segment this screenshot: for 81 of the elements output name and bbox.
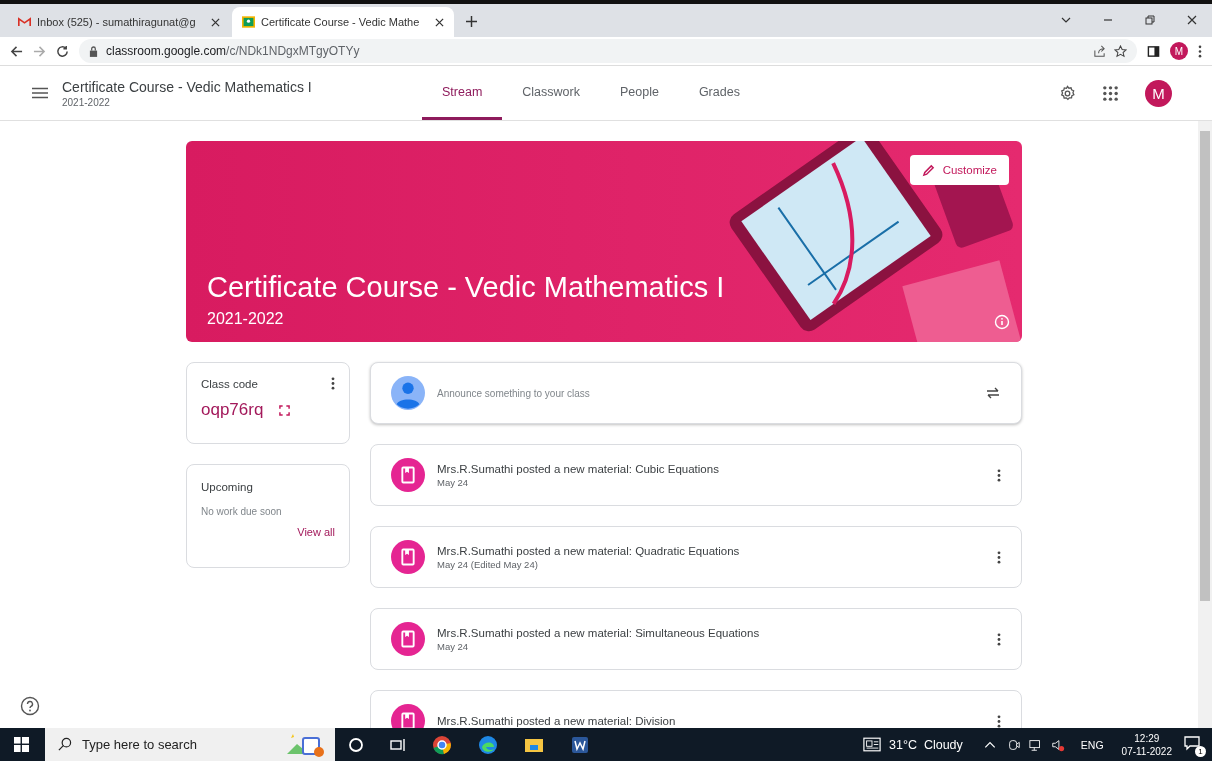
nav-tab[interactable]: People <box>599 66 679 120</box>
share-icon[interactable] <box>1093 44 1106 58</box>
repost-icon[interactable] <box>985 385 1001 401</box>
restore-icon[interactable] <box>1144 14 1156 26</box>
customize-button[interactable]: Customize <box>909 155 1009 185</box>
browser-tab[interactable]: Inbox (525) - sumathiragunat@g <box>8 7 230 37</box>
notification-button[interactable]: 1 <box>1182 732 1206 757</box>
menu-icon[interactable] <box>32 87 48 99</box>
lock-icon <box>89 45 98 57</box>
camera-icon[interactable] <box>1006 737 1021 752</box>
side-panel-icon[interactable] <box>1147 44 1160 58</box>
more-vertical-icon[interactable] <box>997 550 1001 564</box>
close-icon[interactable] <box>211 17 220 27</box>
more-vertical-icon[interactable] <box>331 377 335 390</box>
class-code: oqp76rq <box>201 400 264 420</box>
view-all-link[interactable]: View all <box>297 526 335 538</box>
help-icon[interactable] <box>20 696 40 716</box>
news-icon[interactable] <box>863 737 881 752</box>
profile-avatar[interactable]: M <box>1170 42 1188 60</box>
post-card[interactable]: Mrs.R.Sumathi posted a new material: Cubic Equations May 24 <box>370 444 1022 506</box>
reload-icon[interactable] <box>56 44 69 58</box>
windows-start-icon[interactable] <box>14 737 29 752</box>
language-indicator[interactable]: ENG <box>1080 738 1104 751</box>
banner-title: Certificate Course - Vedic Mathematics I <box>207 271 725 304</box>
post-title: Mrs.R.Sumathi posted a new material: Quadratic Equations <box>437 544 741 557</box>
notification-count: 1 <box>1195 745 1206 757</box>
material-icon <box>391 704 425 728</box>
post-card[interactable]: Mrs.R.Sumathi posted a new material: Division <box>370 690 1022 728</box>
apps-grid-icon[interactable] <box>1102 84 1119 102</box>
star-icon[interactable] <box>1114 44 1127 58</box>
notification-icon <box>1184 734 1200 751</box>
course-title: Certificate Course - Vedic Mathematics I <box>62 78 313 95</box>
word-icon[interactable] <box>570 734 590 755</box>
post-title: Mrs.R.Sumathi posted a new material: Simultaneous Equations <box>437 626 761 639</box>
upcoming-message: No work due soon <box>201 506 283 517</box>
classroom-icon <box>242 16 255 28</box>
network-icon[interactable] <box>1028 737 1043 752</box>
post-date: May 24 <box>437 476 470 488</box>
more-vertical-icon[interactable] <box>1198 44 1202 58</box>
nav-tab[interactable]: Classwork <box>502 66 600 120</box>
upcoming-title: Upcoming <box>201 481 254 493</box>
taskbar-search-field[interactable]: Type here to search <box>45 728 335 761</box>
post-title: Mrs.R.Sumathi posted a new material: Cubic Equations <box>437 462 720 475</box>
announce-field[interactable]: Announce something to your class <box>370 362 1022 424</box>
material-icon <box>391 540 425 574</box>
pencil-icon <box>921 163 935 177</box>
info-icon[interactable] <box>994 314 1010 330</box>
post-date: May 24 <box>437 640 470 652</box>
banner-year: 2021-2022 <box>207 310 285 328</box>
edge-icon[interactable] <box>478 734 498 755</box>
chrome-icon[interactable] <box>432 734 452 755</box>
user-silhouette-icon <box>391 376 425 410</box>
post-card[interactable]: Mrs.R.Sumathi posted a new material: Quadratic Equations May 24 (Edited May 24) <box>370 526 1022 588</box>
settings-icon[interactable] <box>1059 84 1076 102</box>
user-avatar[interactable]: M <box>1145 79 1172 107</box>
course-year: 2021-2022 <box>62 96 111 108</box>
post-title: Mrs.R.Sumathi posted a new material: Division <box>437 715 677 727</box>
mail-icon <box>18 16 31 28</box>
address-field[interactable]: classroom.google.com/c/NDk1NDgxMTgyOTYy <box>79 39 1137 63</box>
post-date: May 24 (Edited May 24) <box>437 558 539 570</box>
close-icon[interactable] <box>1186 14 1198 26</box>
post-card[interactable]: Mrs.R.Sumathi posted a new material: Simultaneous Equations May 24 <box>370 608 1022 670</box>
speaker-muted-icon[interactable] <box>1050 737 1065 752</box>
more-vertical-icon[interactable] <box>997 714 1001 728</box>
clock[interactable]: 12:29 07-11-2022 <box>1121 732 1172 757</box>
material-icon <box>391 458 425 492</box>
more-vertical-icon[interactable] <box>997 468 1001 482</box>
task-view-icon[interactable] <box>390 736 406 753</box>
back-arrow-icon[interactable] <box>10 44 23 58</box>
fullscreen-icon[interactable] <box>279 404 291 416</box>
more-vertical-icon[interactable] <box>997 632 1001 646</box>
scrollbar[interactable] <box>1198 121 1212 728</box>
new-tab-icon[interactable] <box>466 16 477 27</box>
nav-tab[interactable]: Grades <box>678 66 760 120</box>
search-icon <box>57 737 72 752</box>
weather-text[interactable]: 31°C Cloudy <box>889 737 963 752</box>
class-code-label: Class code <box>201 377 258 390</box>
cortana-circle-icon[interactable] <box>348 736 364 753</box>
browser-tab[interactable]: Certificate Course - Vedic Mathe <box>232 7 454 37</box>
material-icon <box>391 622 425 656</box>
close-icon[interactable] <box>435 17 444 27</box>
